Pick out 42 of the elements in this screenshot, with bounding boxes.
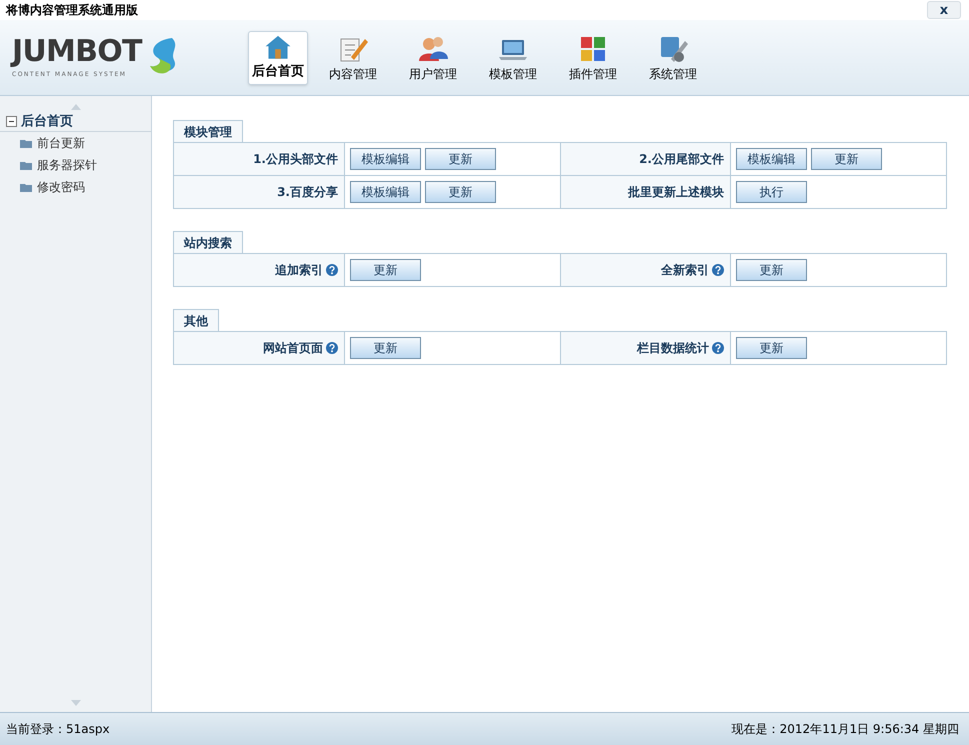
sidebar-link[interactable]: 修改密码: [37, 178, 85, 196]
action-button[interactable]: 更新: [350, 259, 421, 281]
field-label: 全新索引: [661, 262, 709, 279]
clock-text: 现在是：2012年11月1日 9:56:34 星期四: [732, 721, 959, 738]
login-status: 当前登录：51aspx: [6, 721, 110, 738]
field-label: 1.公用头部文件: [253, 151, 338, 168]
window-title: 将博内容管理系统通用版: [6, 2, 138, 19]
nav-tab[interactable]: 模板管理: [478, 30, 548, 84]
folder-icon: [20, 160, 32, 170]
field-label: 栏目数据统计: [637, 340, 709, 357]
collapse-icon[interactable]: [6, 116, 17, 127]
help-icon[interactable]: [326, 342, 338, 354]
action-button[interactable]: 更新: [811, 148, 882, 170]
nav-tab[interactable]: 插件管理: [558, 30, 628, 84]
help-icon[interactable]: [712, 342, 724, 354]
field-label: 批里更新上述模块: [628, 184, 724, 201]
tree-node[interactable]: 后台首页: [21, 112, 73, 132]
action-button[interactable]: 更新: [350, 337, 421, 359]
field-label: 追加索引: [275, 262, 323, 279]
action-button[interactable]: 模板编辑: [736, 148, 807, 170]
help-icon[interactable]: [326, 264, 338, 276]
logo-text: JUMBOT: [12, 36, 142, 66]
action-button[interactable]: 执行: [736, 181, 807, 203]
folder-icon: [20, 182, 32, 192]
nav-tab[interactable]: 内容管理: [318, 30, 388, 84]
field-label: 2.公用尾部文件: [639, 151, 724, 168]
action-button[interactable]: 模板编辑: [350, 181, 421, 203]
sidebar-link[interactable]: 服务器探针: [37, 156, 97, 174]
sidebar-link[interactable]: 前台更新: [37, 134, 85, 152]
nav-tab[interactable]: 后台首页: [248, 30, 308, 84]
field-label: 3.百度分享: [277, 184, 338, 201]
action-button[interactable]: 更新: [736, 337, 807, 359]
folder-icon: [20, 138, 32, 148]
action-button[interactable]: 更新: [736, 259, 807, 281]
action-button[interactable]: 更新: [425, 148, 496, 170]
close-button[interactable]: x: [927, 1, 961, 19]
nav-tab[interactable]: 用户管理: [398, 30, 468, 84]
help-icon[interactable]: [712, 264, 724, 276]
action-button[interactable]: 更新: [425, 181, 496, 203]
field-label: 网站首页面: [263, 340, 323, 357]
nav-tab[interactable]: 系统管理: [638, 30, 708, 84]
action-button[interactable]: 模板编辑: [350, 148, 421, 170]
